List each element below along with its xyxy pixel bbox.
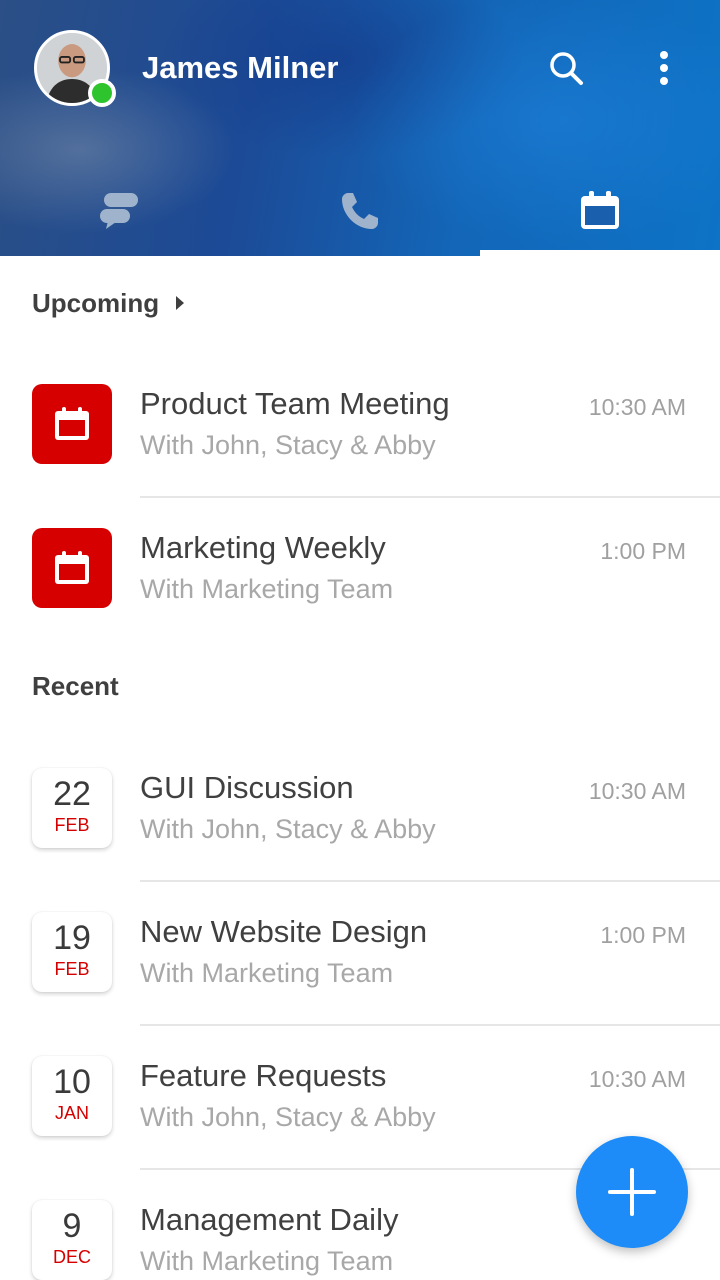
list-item[interactable]: 22 FEB GUI Discussion With John, Stacy &… bbox=[0, 768, 720, 912]
recent-heading: Recent bbox=[32, 671, 119, 701]
event-title: Product Team Meeting bbox=[140, 386, 450, 421]
date-tile: 19 FEB bbox=[32, 912, 112, 992]
plus-icon bbox=[608, 1168, 656, 1216]
calendar-icon bbox=[55, 407, 89, 440]
tab-calls[interactable] bbox=[240, 166, 480, 256]
event-time: 10:30 AM bbox=[588, 1066, 686, 1092]
user-name: James Milner bbox=[142, 50, 339, 85]
date-day: 9 bbox=[62, 1207, 82, 1245]
event-tile bbox=[32, 528, 112, 608]
calendar-icon bbox=[55, 551, 89, 584]
divider bbox=[140, 880, 720, 882]
event-time: 1:00 PM bbox=[600, 538, 686, 564]
calendar-icon bbox=[581, 191, 619, 229]
date-tile: 22 FEB bbox=[32, 768, 112, 848]
add-event-button[interactable] bbox=[576, 1136, 688, 1248]
event-participants: With Marketing Team bbox=[140, 1246, 394, 1276]
tab-calendar[interactable] bbox=[480, 166, 720, 256]
app-header: James Milner bbox=[0, 0, 720, 256]
event-title: Feature Requests bbox=[140, 1058, 387, 1093]
event-time: 10:30 AM bbox=[588, 394, 686, 420]
event-title: Marketing Weekly bbox=[140, 530, 386, 565]
event-participants: With Marketing Team bbox=[140, 958, 394, 988]
event-title: New Website Design bbox=[140, 914, 428, 949]
chat-bubbles-icon bbox=[100, 193, 138, 229]
list-item[interactable]: Marketing Weekly With Marketing Team 1:0… bbox=[0, 528, 720, 672]
event-time: 10:30 AM bbox=[588, 778, 686, 804]
list-item[interactable]: 19 FEB New Website Design With Marketing… bbox=[0, 912, 720, 1056]
date-tile: 9 DEC bbox=[32, 1200, 112, 1280]
search-button[interactable] bbox=[544, 46, 588, 90]
event-participants: With John, Stacy & Abby bbox=[140, 1102, 436, 1132]
event-title: GUI Discussion bbox=[140, 770, 354, 805]
event-participants: With John, Stacy & Abby bbox=[140, 430, 436, 460]
divider bbox=[140, 496, 720, 498]
date-tile: 10 JAN bbox=[32, 1056, 112, 1136]
event-participants: With John, Stacy & Abby bbox=[140, 814, 436, 844]
event-tile bbox=[32, 384, 112, 464]
phone-icon bbox=[342, 193, 378, 229]
search-icon bbox=[550, 52, 583, 85]
list-item[interactable]: Product Team Meeting With John, Stacy & … bbox=[0, 384, 720, 528]
more-vertical-icon bbox=[660, 51, 668, 85]
date-day: 19 bbox=[53, 919, 91, 957]
presence-indicator bbox=[88, 79, 116, 107]
event-participants: With Marketing Team bbox=[140, 574, 394, 604]
upcoming-heading[interactable]: Upcoming bbox=[32, 288, 159, 319]
date-day: 10 bbox=[53, 1063, 91, 1101]
event-time: 1:00 PM bbox=[600, 922, 686, 948]
caret-right-icon[interactable] bbox=[176, 296, 184, 310]
active-tab-indicator bbox=[480, 250, 720, 256]
divider bbox=[140, 1024, 720, 1026]
date-day: 22 bbox=[53, 775, 91, 813]
more-options-button[interactable] bbox=[648, 46, 680, 90]
date-month: DEC bbox=[52, 1247, 91, 1267]
date-month: JAN bbox=[54, 1103, 89, 1123]
date-month: FEB bbox=[54, 815, 90, 835]
tab-chats[interactable] bbox=[0, 166, 240, 256]
date-month: FEB bbox=[54, 959, 90, 979]
event-title: Management Daily bbox=[140, 1202, 399, 1237]
